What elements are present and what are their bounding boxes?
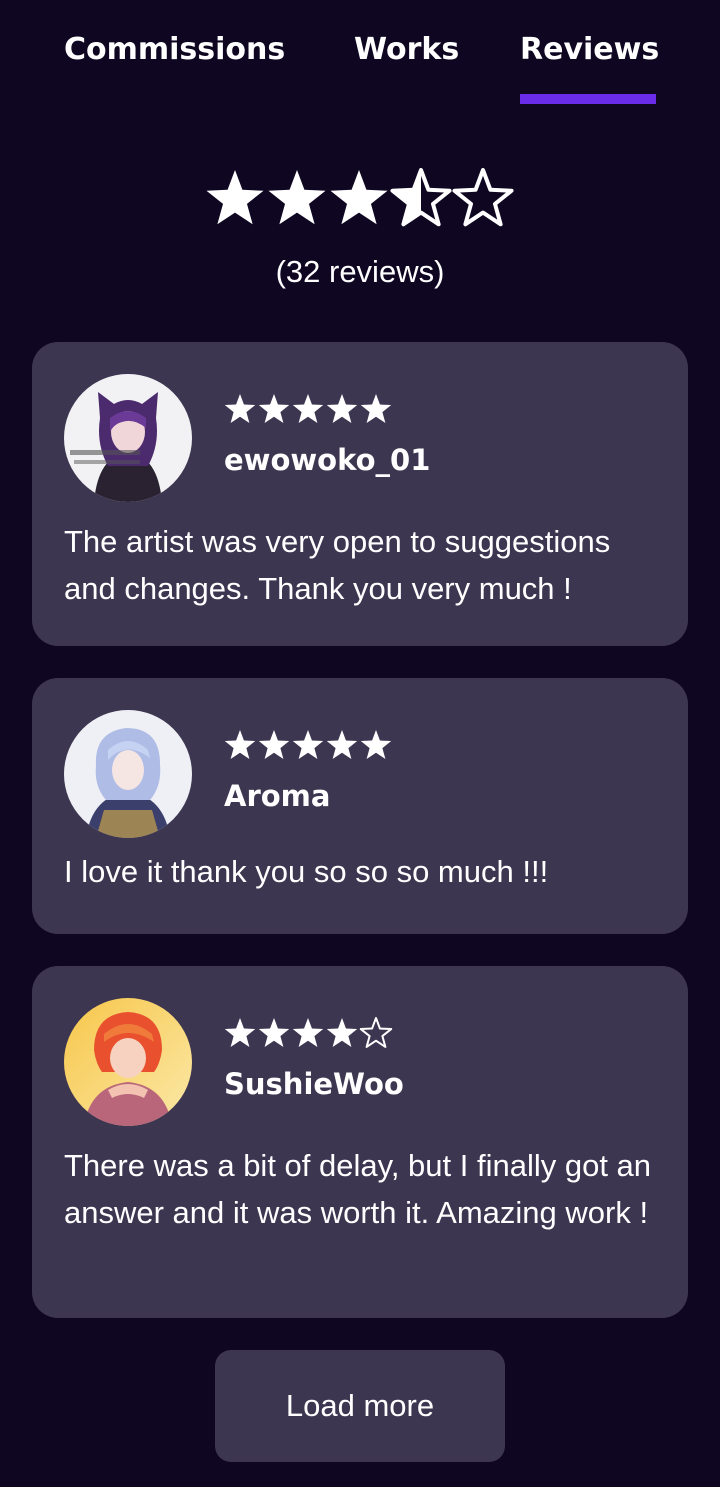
star-full-icon — [292, 730, 324, 759]
star-full-icon — [258, 394, 290, 423]
review-rating — [224, 392, 394, 428]
tab-commissions[interactable]: Commissions — [64, 28, 285, 72]
review-rating — [224, 728, 394, 764]
star-full-icon — [292, 394, 324, 423]
overall-rating-stars — [0, 168, 720, 238]
star-full-icon — [360, 730, 392, 759]
review-card: ewowoko_01 The artist was very open to s… — [32, 342, 688, 646]
star-full-icon — [292, 1018, 324, 1047]
reviewer-avatar[interactable] — [64, 998, 192, 1126]
reviewer-avatar[interactable] — [64, 374, 192, 502]
tab-works[interactable]: Works — [354, 28, 459, 72]
star-empty-icon — [359, 1017, 393, 1048]
star-half-icon — [390, 168, 452, 227]
avatar-silver-hair-icon — [64, 710, 192, 838]
review-rating — [224, 1016, 394, 1052]
review-card: SushieWoo There was a bit of delay, but … — [32, 966, 688, 1318]
star-full-icon — [326, 394, 358, 423]
star-full-icon — [224, 1018, 256, 1047]
reviewer-username[interactable]: ewowoko_01 — [224, 440, 430, 480]
tab-bar: Commissions Works Reviews — [0, 28, 720, 108]
load-more-button[interactable]: Load more — [215, 1350, 505, 1462]
star-full-icon — [326, 730, 358, 759]
star-full-icon — [258, 1018, 290, 1047]
star-full-icon — [224, 730, 256, 759]
review-count: (32 reviews) — [275, 254, 445, 289]
review-text: I love it thank you so so so much !!! — [64, 854, 549, 889]
overall-star-icons — [206, 168, 514, 227]
reviewer-avatar[interactable] — [64, 710, 192, 838]
star-full-icon — [330, 170, 388, 225]
avatar-purple-hair-icon — [64, 374, 192, 502]
star-full-icon — [268, 170, 326, 225]
star-empty-icon — [452, 168, 514, 227]
reviews-page: Commissions Works Reviews (32 reviews) e… — [0, 0, 720, 1487]
star-full-icon — [326, 1018, 358, 1047]
star-full-icon — [206, 170, 264, 225]
star-full-icon — [258, 730, 290, 759]
star-full-icon — [224, 394, 256, 423]
reviewer-username[interactable]: Aroma — [224, 776, 330, 816]
avatar-orange-hair-icon — [64, 998, 192, 1126]
reviewer-username[interactable]: SushieWoo — [224, 1064, 404, 1104]
rating-star-icons — [224, 1017, 393, 1048]
rating-star-icons — [224, 730, 392, 759]
tab-reviews[interactable]: Reviews — [520, 28, 659, 72]
active-tab-indicator — [520, 94, 656, 104]
rating-star-icons — [224, 394, 392, 423]
review-card: Aroma I love it thank you so so so much … — [32, 678, 688, 934]
review-text: The artist was very open to suggestions … — [64, 524, 611, 606]
star-full-icon — [360, 394, 392, 423]
review-text: There was a bit of delay, but I finally … — [64, 1148, 652, 1230]
